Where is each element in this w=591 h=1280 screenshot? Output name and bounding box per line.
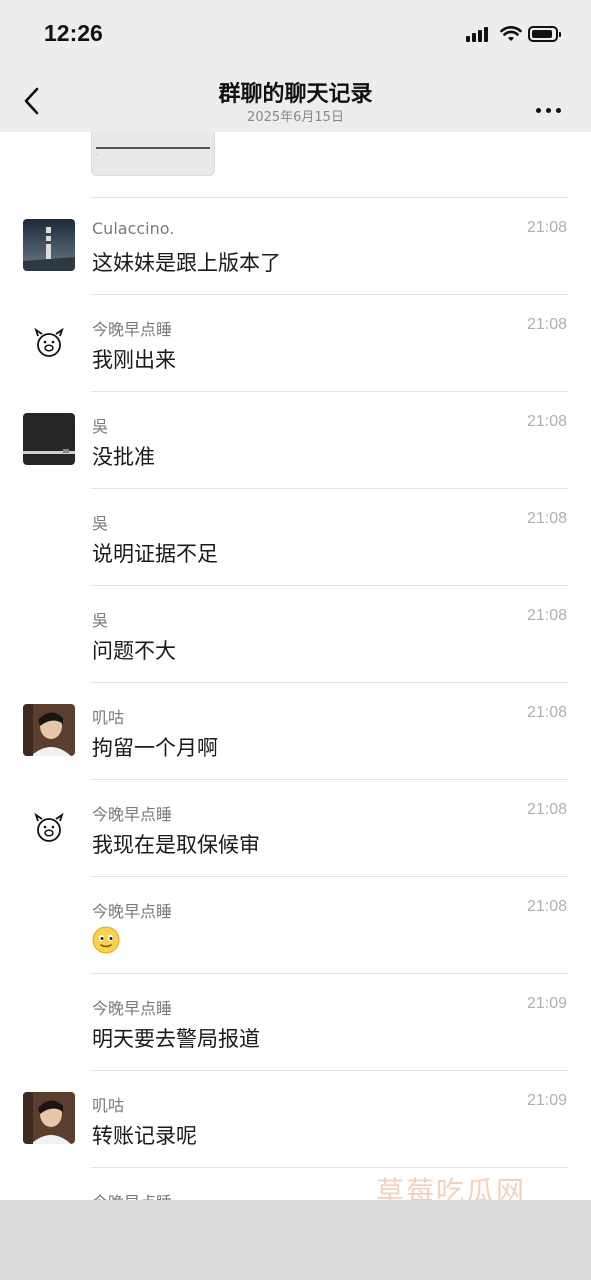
message-time: 21:08 xyxy=(526,219,567,236)
sender-name: Culaccino. xyxy=(92,219,175,238)
battery-icon xyxy=(528,26,561,42)
portrait-avatar[interactable] xyxy=(23,704,75,756)
wifi-icon xyxy=(500,26,522,41)
pig-face-avatar[interactable] xyxy=(23,316,75,368)
page-title: 群聊的聊天记录 xyxy=(218,82,373,107)
message-time: 21:09 xyxy=(526,1092,567,1109)
chat-record-list[interactable]: · Culaccino. 21:08 这妹妹是跟上版本了 今晚早点睡 21:08… xyxy=(0,132,591,1200)
sender-name: 今晚早点睡 xyxy=(92,1189,172,1200)
list-item[interactable]: 吳 21:08 问题不大 xyxy=(0,585,591,682)
message-text: 我现在是取保候审 xyxy=(92,833,260,857)
bottom-overlay-bar xyxy=(0,1200,591,1280)
sender-name: 今晚早点睡 xyxy=(92,320,173,339)
message-text: 问题不大 xyxy=(92,639,176,663)
list-item[interactable]: 叽咕 21:08 拘留一个月啊 xyxy=(0,682,591,779)
message-time: 21:08 xyxy=(526,898,567,915)
message-text: 说明证据不足 xyxy=(92,542,218,566)
message-text: 我刚出来 xyxy=(92,348,176,372)
pig-face-avatar[interactable] xyxy=(23,1189,75,1200)
message-text: 这妹妹是跟上版本了 xyxy=(92,251,281,275)
smiling-face-emoji xyxy=(92,926,120,954)
sender-name: 今晚早点睡 xyxy=(92,902,173,921)
dark-avatar[interactable] xyxy=(23,413,75,465)
message-time: 21:09 xyxy=(526,995,567,1012)
list-item[interactable]: 今晚早点睡 21:08 xyxy=(0,876,591,973)
message-text: 拘留一个月啊 xyxy=(92,736,218,760)
list-item[interactable]: 吳 21:08 没批准 xyxy=(0,391,591,488)
message-text: 没批准 xyxy=(92,445,155,469)
list-item[interactable]: 今晚早点睡 21:09 明天要去警局报道 xyxy=(0,973,591,1070)
message-time: 21:08 xyxy=(526,510,567,527)
message-time: 21:08 xyxy=(526,704,567,721)
pig-face-avatar[interactable] xyxy=(23,801,75,853)
sender-name: 叽咕 xyxy=(92,708,125,727)
list-item[interactable]: 吳 21:08 说明证据不足 xyxy=(0,488,591,585)
list-item[interactable]: 叽咕 21:09 转账记录呢 xyxy=(0,1070,591,1167)
status-time: 12:26 xyxy=(44,20,103,46)
more-options-icon[interactable] xyxy=(536,98,566,117)
message-text: 转账记录呢 xyxy=(92,1124,197,1148)
message-time: 21:08 xyxy=(526,316,567,333)
sender-name: 吳 xyxy=(92,611,109,630)
message-time: 21:08 xyxy=(526,413,567,430)
message-text: 明天要去警局报道 xyxy=(92,1027,260,1051)
list-item[interactable]: 今晚早点睡 21:08 我刚出来 xyxy=(0,294,591,391)
list-item[interactable]: 今晚早点睡 21:08 我现在是取保候审 xyxy=(0,779,591,876)
message-time: 21:08 xyxy=(526,607,567,624)
sender-name: 吳 xyxy=(92,417,109,436)
sender-name: 今晚早点睡 xyxy=(92,805,173,824)
list-item[interactable]: Culaccino. 21:08 这妹妹是跟上版本了 xyxy=(0,197,591,294)
message-time: 21:08 xyxy=(526,801,567,818)
nav-bar: 群聊的聊天记录 2025年6月15日 xyxy=(0,66,591,132)
sender-name: 今晚早点睡 xyxy=(92,999,173,1018)
page-subtitle-date: 2025年6月15日 xyxy=(247,110,344,125)
sender-name: 叽咕 xyxy=(92,1096,125,1115)
lighthouse-avatar[interactable] xyxy=(23,219,75,271)
sender-name: 吳 xyxy=(92,514,109,533)
image-message-thumbnail[interactable]: · xyxy=(91,132,215,176)
status-bar: 12:26 xyxy=(0,0,591,66)
portrait-avatar[interactable] xyxy=(23,1092,75,1144)
